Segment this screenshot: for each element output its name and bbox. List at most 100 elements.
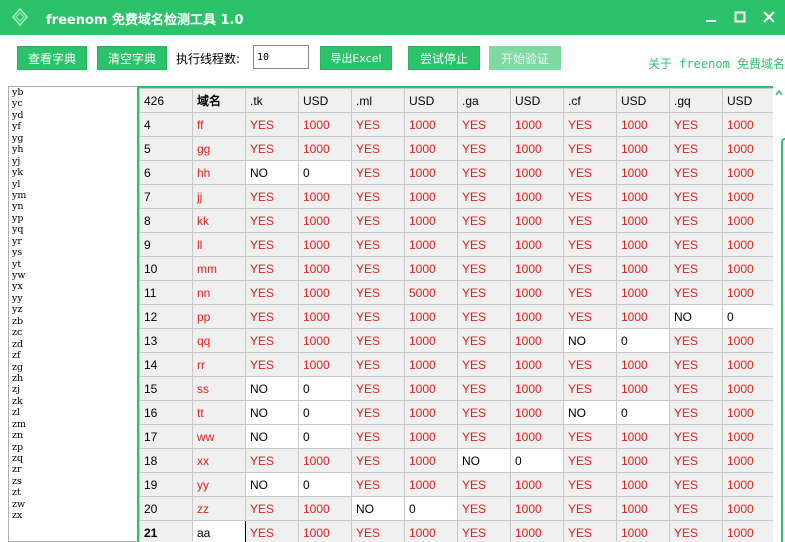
price-cell-gq[interactable]: 1000 bbox=[722, 472, 776, 497]
price-cell-cf[interactable]: 1000 bbox=[616, 232, 670, 257]
availability-cell-cf[interactable]: NO bbox=[563, 400, 617, 425]
table-row[interactable]: 11 nn YES 1000 YES 5000 YES 1000 YES 1000 YES 1000 bbox=[139, 280, 776, 305]
about-link[interactable]: 关于 freenom 免费域名 bbox=[648, 55, 785, 72]
availability-cell-tk[interactable]: NO bbox=[245, 160, 299, 185]
price-cell-cf[interactable]: 1000 bbox=[616, 496, 670, 521]
price-cell-ga[interactable]: 1000 bbox=[510, 112, 564, 137]
price-cell-ga[interactable]: 1000 bbox=[510, 232, 564, 257]
price-cell-ga[interactable]: 1000 bbox=[510, 208, 564, 233]
availability-cell-ml[interactable]: YES bbox=[351, 304, 405, 329]
price-cell-tk[interactable]: 1000 bbox=[298, 208, 352, 233]
availability-cell-ga[interactable]: YES bbox=[457, 232, 511, 257]
availability-cell-cf[interactable]: YES bbox=[563, 160, 617, 185]
price-cell-ml[interactable]: 1000 bbox=[404, 112, 458, 137]
availability-cell-ga[interactable]: YES bbox=[457, 136, 511, 161]
price-cell-ga[interactable]: 1000 bbox=[510, 352, 564, 377]
availability-cell-ml[interactable]: YES bbox=[351, 472, 405, 497]
availability-cell-ga[interactable]: NO bbox=[457, 448, 511, 473]
price-cell-gq[interactable]: 1000 bbox=[722, 256, 776, 281]
price-cell-cf[interactable]: 1000 bbox=[616, 136, 670, 161]
availability-cell-ml[interactable]: YES bbox=[351, 376, 405, 401]
availability-cell-cf[interactable]: YES bbox=[563, 376, 617, 401]
price-cell-ml[interactable]: 1000 bbox=[404, 256, 458, 281]
price-cell-cf[interactable]: 0 bbox=[616, 328, 670, 353]
availability-cell-tk[interactable]: YES bbox=[245, 256, 299, 281]
availability-cell-ml[interactable]: NO bbox=[351, 496, 405, 521]
availability-cell-tk[interactable]: YES bbox=[245, 232, 299, 257]
export-excel-button[interactable]: 导出Excel bbox=[320, 46, 392, 70]
price-cell-cf[interactable]: 1000 bbox=[616, 112, 670, 137]
availability-cell-gq[interactable]: YES bbox=[669, 448, 723, 473]
availability-cell-gq[interactable]: YES bbox=[669, 256, 723, 281]
availability-cell-cf[interactable]: YES bbox=[563, 448, 617, 473]
price-cell-tk[interactable]: 0 bbox=[298, 472, 352, 497]
availability-cell-ml[interactable]: YES bbox=[351, 232, 405, 257]
table-row[interactable]: 8 kk YES 1000 YES 1000 YES 1000 YES 1000 YES 1000 bbox=[139, 208, 776, 233]
scroll-up-icon[interactable] bbox=[775, 88, 783, 98]
domain-name-cell[interactable]: jj bbox=[192, 184, 246, 209]
price-cell-gq[interactable]: 1000 bbox=[722, 280, 776, 305]
availability-cell-tk[interactable]: YES bbox=[245, 304, 299, 329]
start-button[interactable]: 开始验证 bbox=[489, 46, 561, 70]
price-cell-gq[interactable]: 1000 bbox=[722, 112, 776, 137]
price-cell-ml[interactable]: 1000 bbox=[404, 424, 458, 449]
availability-cell-tk[interactable]: YES bbox=[245, 496, 299, 521]
price-cell-ga[interactable]: 1000 bbox=[510, 424, 564, 449]
clear-dict-button[interactable]: 清空字典 bbox=[97, 46, 167, 70]
availability-cell-tk[interactable]: NO bbox=[245, 472, 299, 497]
availability-cell-ga[interactable]: YES bbox=[457, 184, 511, 209]
domain-name-cell[interactable]: qq bbox=[192, 328, 246, 353]
availability-cell-ga[interactable]: YES bbox=[457, 328, 511, 353]
availability-cell-ga[interactable]: YES bbox=[457, 208, 511, 233]
availability-cell-gq[interactable]: YES bbox=[669, 352, 723, 377]
price-cell-gq[interactable]: 1000 bbox=[722, 520, 776, 542]
price-cell-gq[interactable]: 1000 bbox=[722, 496, 776, 521]
price-cell-ga[interactable]: 1000 bbox=[510, 400, 564, 425]
price-cell-gq[interactable]: 1000 bbox=[722, 448, 776, 473]
availability-cell-gq[interactable]: YES bbox=[669, 208, 723, 233]
availability-cell-ml[interactable]: YES bbox=[351, 112, 405, 137]
table-row[interactable]: 16 tt NO 0 YES 1000 YES 1000 NO 0 YES 1000 bbox=[139, 400, 776, 425]
price-cell-cf[interactable]: 1000 bbox=[616, 448, 670, 473]
table-row[interactable]: 13 qq YES 1000 YES 1000 YES 1000 NO 0 YES 1000 bbox=[139, 328, 776, 353]
domain-name-cell[interactable]: mm bbox=[192, 256, 246, 281]
domain-name-cell[interactable]: tt bbox=[192, 400, 246, 425]
price-cell-tk[interactable]: 1000 bbox=[298, 232, 352, 257]
availability-cell-gq[interactable]: YES bbox=[669, 160, 723, 185]
domain-name-cell[interactable]: kk bbox=[192, 208, 246, 233]
price-cell-tk[interactable]: 1000 bbox=[298, 496, 352, 521]
availability-cell-cf[interactable]: YES bbox=[563, 136, 617, 161]
maximize-button[interactable] bbox=[727, 4, 753, 30]
availability-cell-ga[interactable]: YES bbox=[457, 496, 511, 521]
availability-cell-gq[interactable]: YES bbox=[669, 400, 723, 425]
price-cell-ga[interactable]: 1000 bbox=[510, 280, 564, 305]
price-cell-ml[interactable]: 1000 bbox=[404, 472, 458, 497]
price-cell-ml[interactable]: 1000 bbox=[404, 184, 458, 209]
price-cell-tk[interactable]: 1000 bbox=[298, 184, 352, 209]
minimize-button[interactable] bbox=[698, 4, 724, 30]
price-cell-cf[interactable]: 1000 bbox=[616, 472, 670, 497]
price-cell-ga[interactable]: 1000 bbox=[510, 160, 564, 185]
price-cell-gq[interactable]: 1000 bbox=[722, 208, 776, 233]
availability-cell-gq[interactable]: YES bbox=[669, 472, 723, 497]
availability-cell-tk[interactable]: YES bbox=[245, 112, 299, 137]
price-cell-gq[interactable]: 1000 bbox=[722, 352, 776, 377]
price-cell-ml[interactable]: 1000 bbox=[404, 136, 458, 161]
table-row[interactable]: 19 yy NO 0 YES 1000 YES 1000 YES 1000 YES 1000 bbox=[139, 472, 776, 497]
domain-name-cell[interactable]: gg bbox=[192, 136, 246, 161]
price-cell-ml[interactable]: 1000 bbox=[404, 376, 458, 401]
availability-cell-ml[interactable]: YES bbox=[351, 352, 405, 377]
table-row[interactable]: 17 ww NO 0 YES 1000 YES 1000 YES 1000 YES 1000 bbox=[139, 424, 776, 449]
price-cell-ml[interactable]: 1000 bbox=[404, 160, 458, 185]
price-cell-cf[interactable]: 1000 bbox=[616, 184, 670, 209]
price-cell-tk[interactable]: 0 bbox=[298, 424, 352, 449]
price-cell-tk[interactable]: 1000 bbox=[298, 256, 352, 281]
results-grid[interactable]: 426 域名 .tk USD .ml USD .ga USD .cf USD .gq USD 4 ff Y… bbox=[137, 86, 785, 542]
availability-cell-cf[interactable]: YES bbox=[563, 184, 617, 209]
availability-cell-ml[interactable]: YES bbox=[351, 136, 405, 161]
price-cell-cf[interactable]: 1000 bbox=[616, 256, 670, 281]
availability-cell-cf[interactable]: YES bbox=[563, 304, 617, 329]
price-cell-gq[interactable]: 1000 bbox=[722, 400, 776, 425]
price-cell-cf[interactable]: 1000 bbox=[616, 208, 670, 233]
table-row[interactable]: 5 gg YES 1000 YES 1000 YES 1000 YES 1000 YES 1000 bbox=[139, 136, 776, 161]
